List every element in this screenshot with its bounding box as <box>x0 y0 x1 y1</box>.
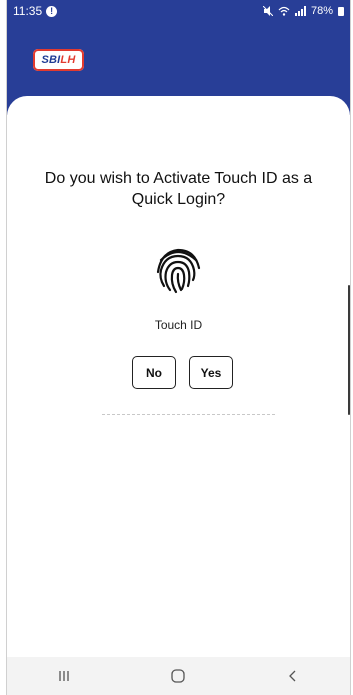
dashed-divider <box>102 414 275 415</box>
status-time: 11:35 <box>13 4 43 18</box>
home-icon <box>171 669 186 683</box>
status-left: 11:35 ! <box>13 4 58 18</box>
yes-button[interactable]: Yes <box>189 356 233 389</box>
touch-id-label: Touch ID <box>154 318 203 332</box>
home-button[interactable] <box>158 661 198 691</box>
touch-id-prompt: Do you wish to Activate Touch ID as a Qu… <box>44 170 313 208</box>
system-nav-bar <box>7 657 350 695</box>
logo-text: SBILH <box>41 54 75 66</box>
logo-part-lh: LH <box>60 54 76 66</box>
sbilh-logo: SBILH <box>33 49 84 71</box>
back-icon <box>288 670 296 682</box>
back-button[interactable] <box>273 661 313 691</box>
signal-icon <box>294 6 306 16</box>
status-bar: 11:35 ! 78% <box>7 0 350 22</box>
info-badge-icon: ! <box>46 5 58 17</box>
fingerprint-icon <box>156 248 201 294</box>
mute-icon <box>262 6 273 16</box>
recent-apps-button[interactable] <box>44 661 84 691</box>
wifi-icon <box>278 6 290 16</box>
logo-part-sbi: SBI <box>41 54 61 66</box>
phone-screen: 11:35 ! 78% SBILH Do you wish to Activat… <box>6 0 351 695</box>
status-right: 78% <box>262 5 344 17</box>
battery-icon <box>338 6 344 16</box>
battery-level: 78% <box>310 5 333 17</box>
scrollbar[interactable] <box>348 285 350 415</box>
recent-apps-icon <box>59 671 69 681</box>
no-button[interactable]: No <box>132 356 176 389</box>
